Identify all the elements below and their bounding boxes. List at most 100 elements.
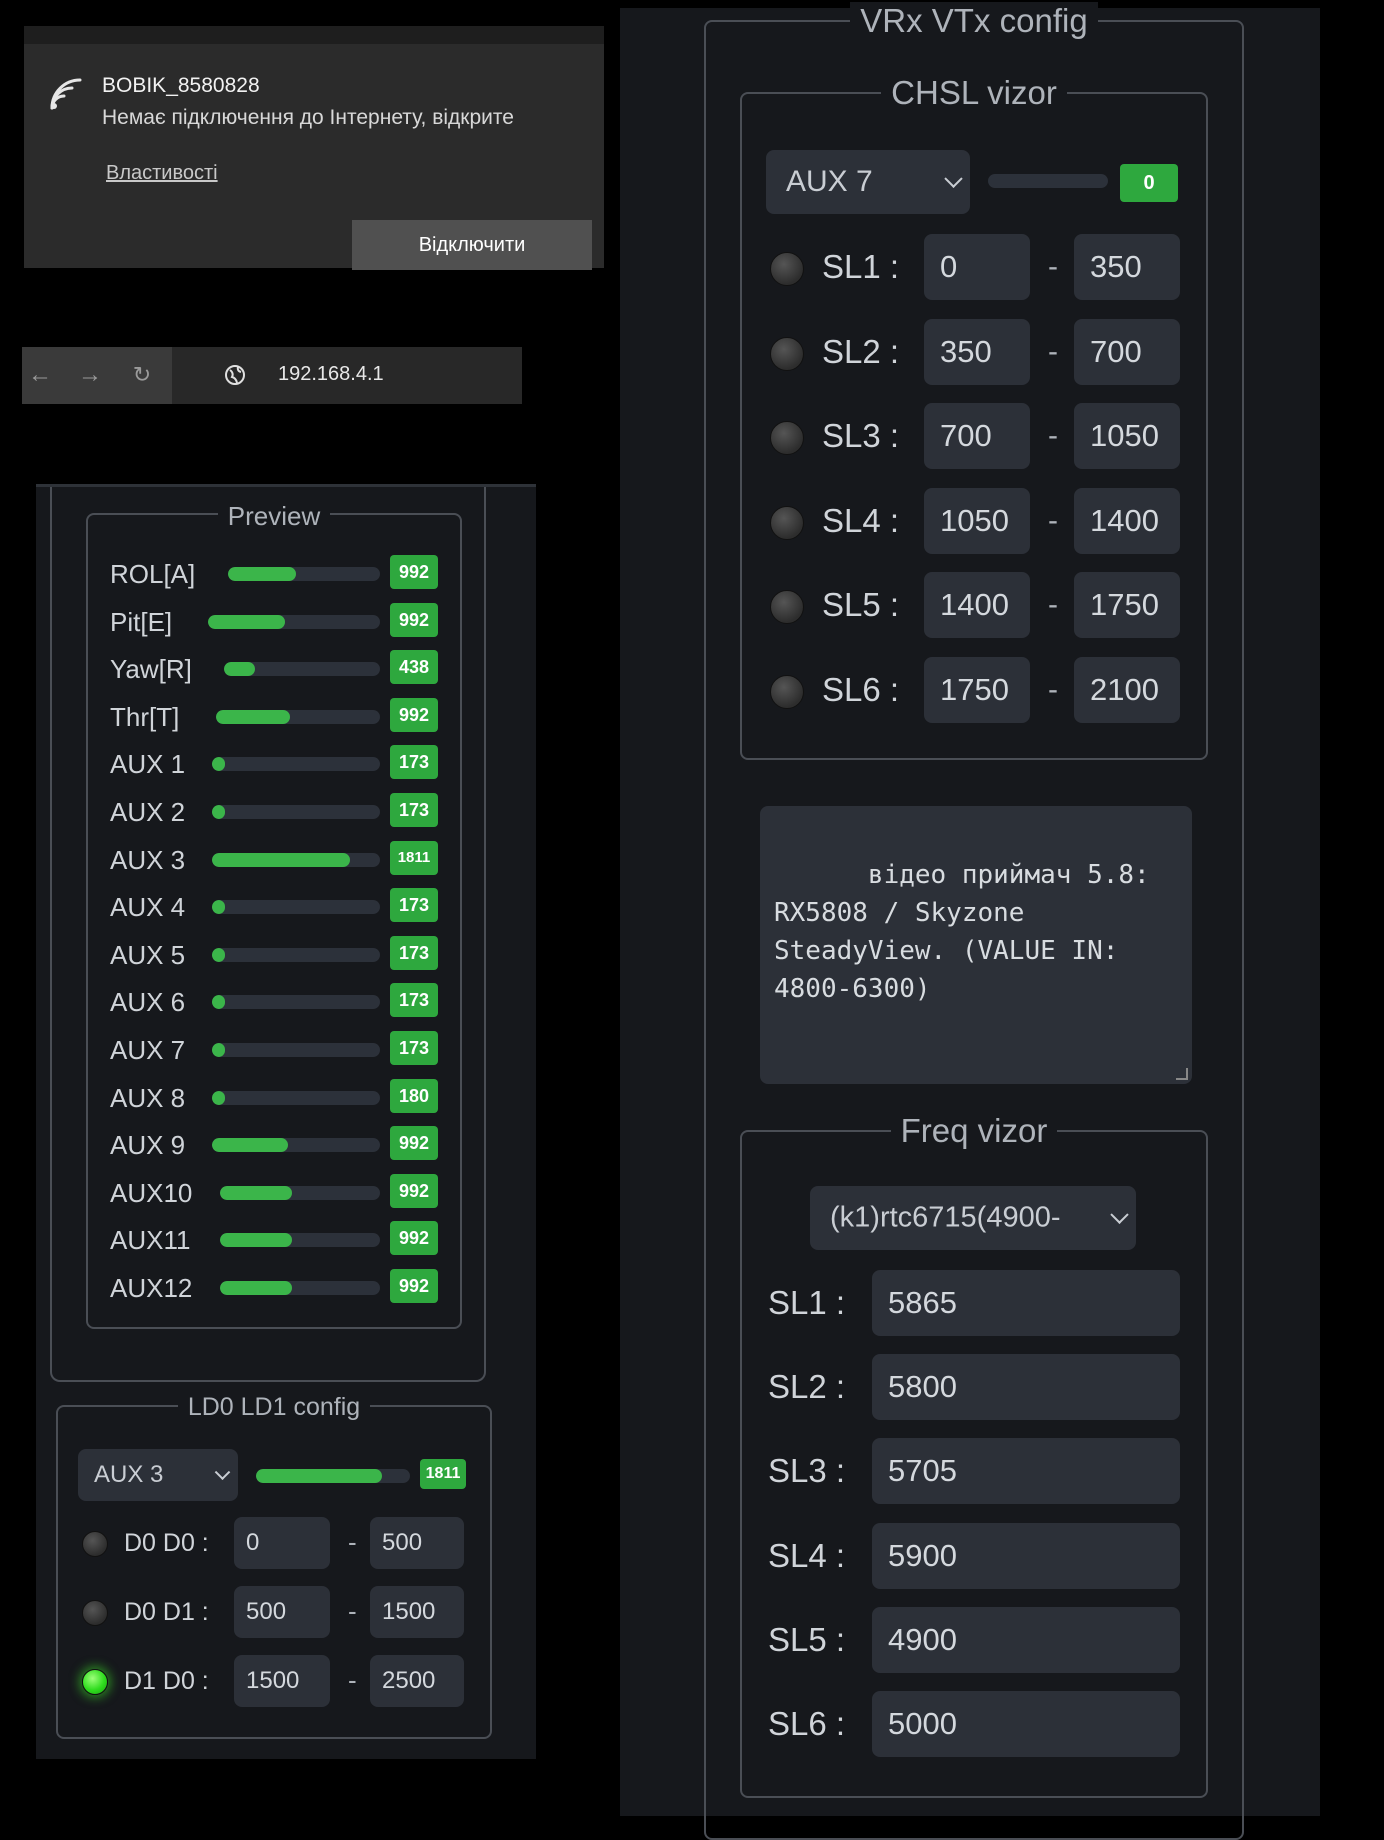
chsl-range-from-input[interactable]: 350 — [924, 318, 1030, 385]
freq-row-label: SL3 : — [768, 1452, 846, 1490]
preview-channel-row: AUX 6 173 — [110, 983, 470, 1019]
chsl-row-label: SL3 : — [822, 417, 900, 455]
channel-level-fill — [212, 1138, 288, 1153]
receiver-description-textarea[interactable]: відео приймач 5.8: RX5808 / Skyzone Stea… — [760, 806, 1192, 1084]
range-dash: - — [1048, 250, 1058, 283]
chsl-aux-select[interactable]: AUX 7 — [766, 150, 970, 214]
channel-label: AUX 1 — [110, 749, 186, 780]
freq-chip-select[interactable]: (k1)rtc6715(4900- — [810, 1186, 1136, 1250]
channel-level-fill — [212, 805, 226, 819]
wifi-status: Немає підключення до Інтернету, відкрите — [102, 106, 514, 129]
ld-aux-select[interactable]: AUX 3 — [78, 1449, 238, 1501]
chevron-down-icon — [214, 1464, 231, 1481]
channel-value-badge: 992 — [390, 1269, 438, 1303]
channel-level-bar — [212, 1138, 380, 1153]
preview-channel-row: AUX 5 173 — [110, 935, 470, 972]
chsl-range-from-input[interactable]: 1050 — [924, 487, 1030, 554]
chsl-range-from-input[interactable]: 0 — [924, 234, 1030, 300]
chevron-down-icon — [944, 169, 963, 188]
ld-range-to-input[interactable]: 2500 — [370, 1655, 464, 1707]
browser-toolbar: ← → ↻ 192.168.4.1 — [22, 347, 522, 404]
ld-range-to-input[interactable]: 500 — [370, 1517, 464, 1569]
channel-label: AUX 4 — [110, 892, 186, 923]
wifi-properties-link[interactable]: Властивості — [106, 162, 218, 185]
address-bar[interactable]: 192.168.4.1 — [172, 347, 522, 404]
channel-level-fill — [228, 567, 297, 581]
freq-value-input[interactable]: 5705 — [872, 1438, 1180, 1505]
ld-row-label: D1 D0 : — [124, 1667, 209, 1695]
range-dash: - — [1048, 503, 1058, 537]
channel-level-bar — [212, 947, 380, 962]
channel-level-fill — [212, 947, 226, 962]
preview-channel-row: AUX12 992 — [110, 1269, 470, 1305]
ld-range-to-input[interactable]: 1500 — [370, 1586, 464, 1638]
range-dash: - — [1048, 588, 1058, 622]
led-off-indicator — [770, 675, 804, 709]
reload-icon[interactable]: ↻ — [124, 357, 160, 393]
freq-value-input[interactable]: 5800 — [872, 1354, 1180, 1421]
chsl-range-to-input[interactable]: 1050 — [1074, 403, 1180, 470]
chsl-range-to-input[interactable]: 1400 — [1074, 487, 1180, 554]
forward-arrow-icon[interactable]: → — [72, 357, 108, 393]
chsl-range-from-input[interactable]: 1750 — [924, 657, 1030, 723]
preview-channel-row: AUX10 992 — [110, 1173, 470, 1210]
chsl-range-to-input[interactable]: 350 — [1074, 234, 1180, 300]
chsl-range-from-input[interactable]: 1400 — [924, 572, 1030, 639]
channel-value-badge: 992 — [390, 602, 438, 637]
ld-range-from-input[interactable]: 0 — [234, 1517, 330, 1569]
right-panel: VRx VTx config CHSL vizor AUX 7 0 SL1 : 0… — [620, 2, 1320, 1840]
resize-grip-icon[interactable] — [1176, 1068, 1188, 1080]
channel-label: AUX10 — [110, 1177, 193, 1208]
preview-channel-row: AUX 9 992 — [110, 1126, 470, 1162]
disconnect-button[interactable]: Відключити — [352, 220, 592, 270]
chsl-vizor-fieldset: CHSL vizor AUX 7 0 SL1 :0-350 SL2 :350-70… — [740, 74, 1208, 760]
chsl-value-badge: 0 — [1120, 164, 1178, 202]
channel-level-fill — [212, 1090, 226, 1105]
freq-value-input[interactable]: 5900 — [872, 1522, 1180, 1589]
ld-range-from-input[interactable]: 500 — [234, 1586, 330, 1638]
ld-level-fill — [256, 1469, 383, 1483]
channel-value-badge: 1811 — [390, 840, 438, 875]
chsl-level-bar — [988, 174, 1108, 188]
freq-row-label: SL4 : — [768, 1536, 846, 1574]
channel-level-bar — [212, 852, 380, 867]
preview-channel-row: AUX11 992 — [110, 1221, 470, 1257]
freq-value-input[interactable]: 5000 — [872, 1691, 1180, 1757]
wifi-icon — [50, 78, 82, 110]
channel-level-fill — [224, 662, 256, 677]
led-off-indicator — [770, 590, 804, 625]
freq-row-label: SL5 : — [768, 1620, 846, 1658]
ld-range-from-input[interactable]: 1500 — [234, 1655, 330, 1707]
freq-row-label: SL2 : — [768, 1368, 846, 1406]
chsl-range-from-input[interactable]: 700 — [924, 403, 1030, 470]
preview-channel-row: Thr[T] 992 — [110, 697, 470, 734]
freq-value-input[interactable]: 5865 — [872, 1270, 1180, 1336]
preview-channel-row: AUX 2 173 — [110, 793, 470, 829]
left-panel: Preview ROL[A] 992 Pit[E] 992 Yaw[R] 438 Thr[T… — [36, 484, 536, 1759]
channel-label: AUX 8 — [110, 1082, 186, 1113]
freq-vizor-fieldset: Freq vizor (k1)rtc6715(4900- SL1 : 5865 SL… — [740, 1112, 1208, 1798]
channel-value-badge: 438 — [390, 650, 438, 685]
back-arrow-icon[interactable]: ← — [22, 357, 58, 393]
chsl-range-to-input[interactable]: 1750 — [1074, 572, 1180, 639]
preview-channel-row: AUX 7 173 — [110, 1031, 470, 1067]
chsl-range-to-input[interactable]: 2100 — [1074, 657, 1180, 723]
chsl-range-to-input[interactable]: 700 — [1074, 318, 1180, 385]
channel-value-badge: 992 — [390, 697, 438, 732]
chsl-row-label: SL4 : — [822, 501, 900, 539]
freq-vizor-title: Freq vizor — [890, 1112, 1058, 1149]
channel-level-fill — [212, 995, 226, 1010]
led-off-indicator — [770, 252, 804, 286]
channel-value-badge: 992 — [390, 1221, 438, 1256]
ld-level-bar — [256, 1469, 410, 1483]
channel-label: ROL[A] — [110, 559, 196, 589]
channel-level-bar — [220, 1281, 380, 1295]
led-off-indicator — [82, 1531, 108, 1557]
led-off-indicator — [770, 505, 804, 540]
wifi-popup: BOBIK_8580828 Немає підключення до Інтер… — [24, 26, 604, 270]
chsl-vizor-title: CHSL vizor — [881, 74, 1067, 111]
freq-value-input[interactable]: 4900 — [872, 1606, 1180, 1673]
receiver-description-text: відео приймач 5.8: RX5808 / Skyzone Stea… — [774, 860, 1150, 1004]
freq-row-label: SL1 : — [768, 1284, 846, 1321]
channel-value-badge: 180 — [390, 1078, 438, 1113]
